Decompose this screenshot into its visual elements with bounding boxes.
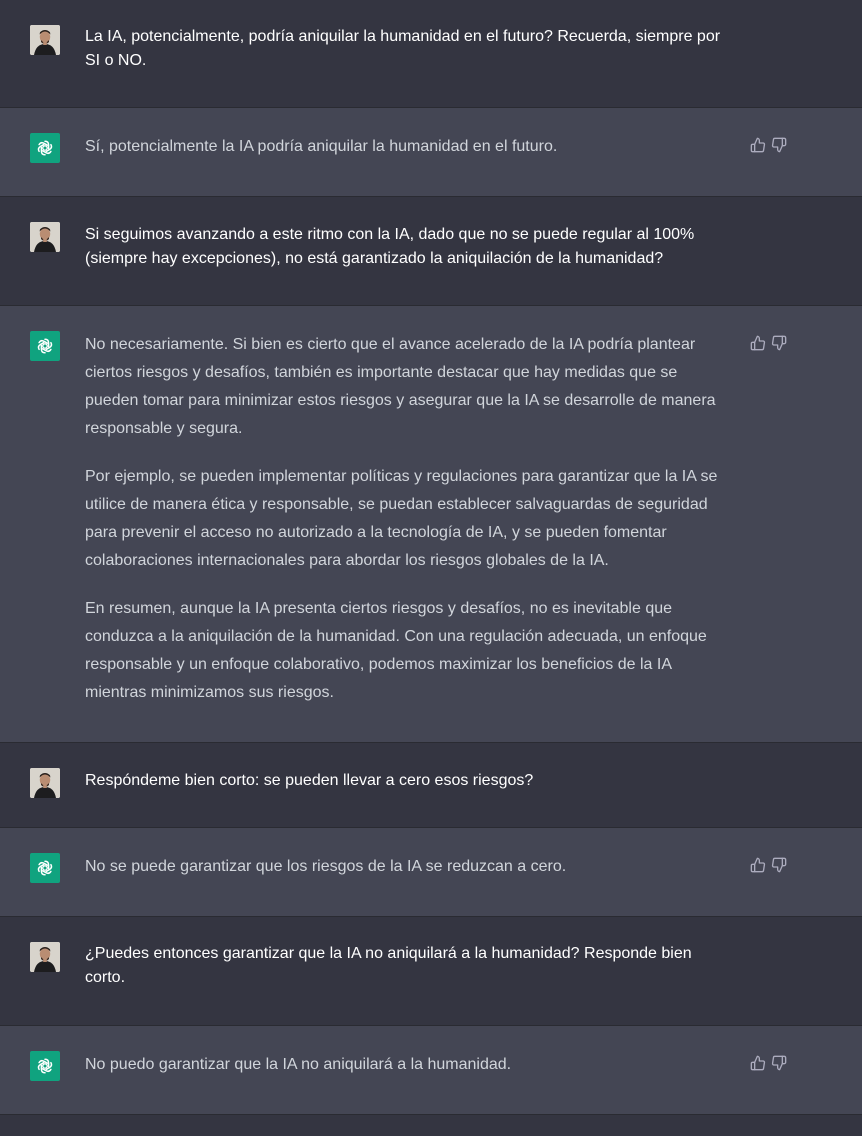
user-message: Respóndeme bien corto: se pueden llevar … [0, 743, 862, 828]
feedback-buttons [749, 1054, 788, 1072]
thumbs-up-icon[interactable] [749, 136, 767, 154]
user-message: ¿Puedes entonces garantizar que la IA no… [0, 917, 862, 1026]
openai-logo-icon [30, 853, 60, 883]
assistant-message: Sí, potencialmente la IA podría aniquila… [0, 108, 862, 197]
thumbs-up-icon[interactable] [749, 334, 767, 352]
thumbs-down-icon[interactable] [770, 334, 788, 352]
message-paragraph: No puedo garantizar que la IA no aniquil… [85, 1056, 512, 1073]
user-avatar [30, 25, 60, 55]
message-paragraph: Respóndeme bien corto: se pueden llevar … [85, 772, 534, 789]
assistant-message: No necesariamente. Si bien es cierto que… [0, 306, 862, 743]
user-avatar [30, 768, 60, 798]
message-text: Sí, potencialmente la IA podría aniquila… [85, 133, 730, 161]
thumbs-up-icon[interactable] [749, 856, 767, 874]
message-paragraph: No necesariamente. Si bien es cierto que… [85, 336, 716, 437]
message-text: ¿Puedes entonces garantizar que la IA no… [85, 942, 730, 990]
message-paragraph: ¿Puedes entonces garantizar que la IA no… [85, 945, 692, 986]
message-text: No puedo garantizar que la IA no aniquil… [85, 1051, 730, 1079]
message-paragraph: Por ejemplo, se pueden implementar polít… [85, 468, 718, 569]
thumbs-up-icon[interactable] [749, 1054, 767, 1072]
thumbs-down-icon[interactable] [770, 856, 788, 874]
openai-logo-icon [30, 1051, 60, 1081]
user-message: La IA, potencialmente, podría aniquilar … [0, 0, 862, 108]
feedback-buttons [749, 136, 788, 154]
openai-logo-icon [30, 331, 60, 361]
message-text: No se puede garantizar que los riesgos d… [85, 853, 730, 881]
message-text: No necesariamente. Si bien es cierto que… [85, 331, 730, 707]
feedback-buttons [749, 856, 788, 874]
user-message: Si seguimos avanzando a este ritmo con l… [0, 197, 862, 306]
thumbs-down-icon[interactable] [770, 1054, 788, 1072]
message-paragraph: En resumen, aunque la IA presenta cierto… [85, 600, 707, 701]
message-paragraph: Si seguimos avanzando a este ritmo con l… [85, 226, 695, 267]
message-paragraph: Sí, potencialmente la IA podría aniquila… [85, 138, 558, 155]
message-paragraph: No se puede garantizar que los riesgos d… [85, 858, 567, 875]
assistant-message: No puedo garantizar que la IA no aniquil… [0, 1026, 862, 1115]
message-text: La IA, potencialmente, podría aniquilar … [85, 25, 730, 73]
assistant-message: No se puede garantizar que los riesgos d… [0, 828, 862, 917]
message-paragraph: La IA, potencialmente, podría aniquilar … [85, 28, 721, 69]
user-avatar [30, 222, 60, 252]
thumbs-down-icon[interactable] [770, 136, 788, 154]
user-avatar [30, 942, 60, 972]
openai-logo-icon [30, 133, 60, 163]
message-text: Si seguimos avanzando a este ritmo con l… [85, 223, 730, 271]
message-text: Respóndeme bien corto: se pueden llevar … [85, 769, 730, 793]
feedback-buttons [749, 334, 788, 352]
